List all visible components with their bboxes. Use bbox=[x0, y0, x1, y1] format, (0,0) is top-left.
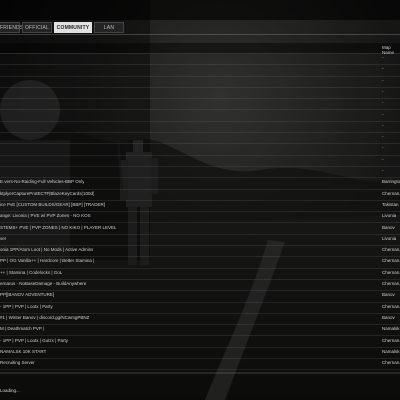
server-map: Banov bbox=[382, 224, 395, 230]
tab-community[interactable]: COMMUNITY bbox=[54, 22, 92, 33]
top-bar bbox=[0, 0, 400, 20]
server-map: Namalsk bbox=[382, 326, 400, 332]
server-map: Chernarus bbox=[382, 360, 400, 366]
server-name: ice PvE [CUSTOM BUILDS/GEAR] [BBP] [TRAD… bbox=[0, 201, 105, 207]
server-name: - 1PP | PVP | Lootx | Party bbox=[0, 303, 53, 309]
server-map: Chernarus bbox=[382, 190, 400, 196]
server-name: ver bbox=[0, 235, 7, 241]
tabs-divider bbox=[0, 34, 400, 35]
tab-friends[interactable]: FRIENDS bbox=[0, 22, 23, 33]
server-map: Takistan bbox=[382, 201, 399, 207]
server-map: Banov bbox=[382, 292, 395, 298]
server-map: Banov bbox=[382, 314, 395, 320]
horizontal-scrollbar[interactable] bbox=[0, 372, 400, 374]
server-row[interactable]: Recruiting Server Chernarus bbox=[0, 358, 400, 371]
tab-official[interactable]: OFFICIAL bbox=[22, 22, 52, 33]
server-name: STEMS+ PVE | PVP ZONES | NO KIKO | PLAYE… bbox=[0, 224, 117, 230]
server-name: ernarus - NoBaseDamage - BuildAnywhere bbox=[0, 281, 87, 286]
server-name: Recruiting Server bbox=[0, 360, 35, 366]
server-map: - bbox=[382, 145, 384, 151]
server-map: Namalsk bbox=[382, 348, 400, 354]
server-name: PP[|BANOV ADVENTURE] bbox=[0, 292, 55, 298]
server-list: - - - - - - - - - - - E.vers-No-Raiding-Full Vehicl… bbox=[0, 53, 400, 371]
status-text: Loading... bbox=[0, 388, 20, 393]
server-name: ++ | Stamina | Codelocks | GoL bbox=[0, 269, 63, 275]
server-name: NAMALSK 10K START bbox=[0, 348, 47, 354]
server-name: M | Deathmatch PVP | bbox=[0, 326, 45, 332]
server-name: - 1PP | PVP | Lootx | Gutzx | Party bbox=[0, 337, 69, 343]
server-map: Chernarus bbox=[382, 303, 400, 309]
server-map: - bbox=[382, 168, 384, 173]
server-map: Barrington bbox=[382, 179, 400, 185]
server-map: - bbox=[382, 122, 384, 128]
server-map: - bbox=[382, 66, 384, 72]
server-map: - bbox=[382, 77, 384, 83]
tab-lan[interactable]: LAN bbox=[94, 22, 124, 33]
server-map: Chernarus bbox=[382, 258, 400, 264]
server-map: - bbox=[382, 111, 384, 117]
server-name: onia 1PP/Atom Loot | No Mods | Active Ad… bbox=[0, 247, 94, 253]
server-map: Chernarus bbox=[382, 247, 400, 253]
server-map: Chernarus bbox=[382, 281, 400, 286]
server-map: - bbox=[382, 55, 384, 60]
server-name: PP | OG Vanilla++ | Hardcore | Better St… bbox=[0, 258, 95, 264]
server-map: - bbox=[382, 156, 384, 162]
server-name: #1 | Winter Banov | discord.gg/NCwmgPBNZ bbox=[0, 314, 90, 320]
server-map: Chernarus bbox=[382, 337, 400, 343]
server-map: Livonia bbox=[382, 235, 397, 241]
server-name: ange: Livonia | PVE w/ PVP Zones - NO KO… bbox=[0, 213, 91, 219]
server-map: - bbox=[382, 134, 384, 140]
server-browser-tabs: FRIENDS OFFICIAL COMMUNITY LAN bbox=[0, 22, 126, 33]
server-map: - bbox=[382, 100, 384, 106]
server-name: ktplyerCaptureProtECTF|BlazeKeyCards(100… bbox=[0, 190, 95, 196]
server-map: - bbox=[382, 88, 384, 94]
server-map: Livonia bbox=[382, 213, 397, 219]
server-name: E.vers-No-Raiding-Full Vehicles-BBP Only bbox=[0, 179, 85, 185]
server-map: Chernarus bbox=[382, 269, 400, 275]
